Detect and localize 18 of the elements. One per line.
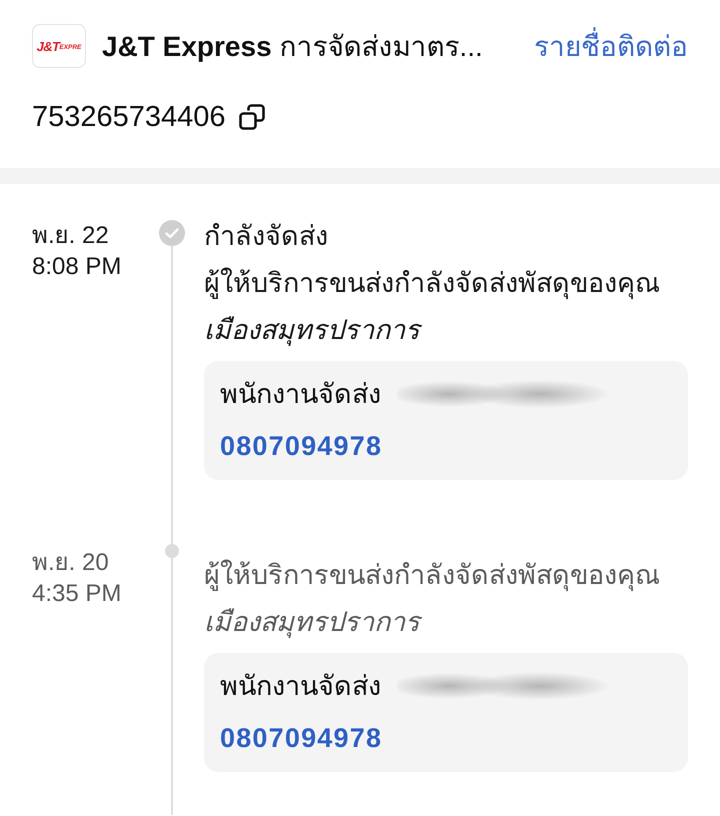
- logo-mark-text: J&T: [36, 38, 60, 54]
- event-time: 8:08 PM: [32, 252, 122, 282]
- event-date: พ.ย. 22: [32, 221, 110, 251]
- event-status: กำลังจัดส่ง: [204, 220, 329, 252]
- contacts-link[interactable]: รายชื่อติดต่อ: [534, 24, 688, 68]
- event-time: 4:35 PM: [32, 579, 122, 609]
- courier-label: พนักงานจัดส่ง: [220, 670, 381, 702]
- event-date: พ.ย. 20: [32, 548, 110, 578]
- event-location: เมืองสมุทรปราการ: [204, 606, 423, 638]
- event-location: เมืองสมุทรปราการ: [204, 314, 423, 346]
- courier-phone-link[interactable]: 0807094978: [220, 722, 382, 754]
- courier-phone-link[interactable]: 0807094978: [220, 430, 382, 462]
- carrier-title: J&T Express การจัดส่งมาตร...: [102, 30, 484, 64]
- courier-label: พนักงานจัดส่ง: [220, 378, 381, 410]
- event-description: ผู้ให้บริการขนส่งกำลังจัดส่งพัสดุของคุณ: [204, 559, 661, 591]
- tracking-number: 753265734406: [32, 101, 226, 133]
- copy-icon[interactable]: [238, 104, 265, 130]
- event-description: ผู้ให้บริการขนส่งกำลังจัดส่งพัสดุของคุณ: [204, 267, 661, 299]
